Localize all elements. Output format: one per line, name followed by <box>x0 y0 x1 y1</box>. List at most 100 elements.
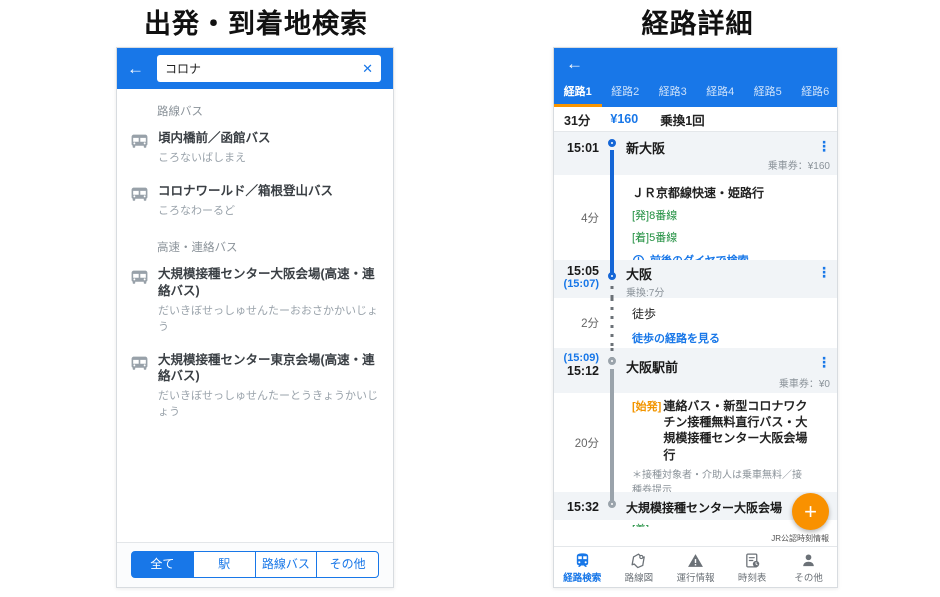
station-dot <box>608 272 616 280</box>
station-name: 大阪 <box>626 264 811 283</box>
filter-segmented-control: 全て 駅 路線バス その他 <box>131 551 379 578</box>
route-detail-screen: ← 経路1 経路2 経路3 経路4 経路5 経路6 31分 ¥160 乗換1回 … <box>553 47 838 588</box>
group-header-highway-bus: 高速・連絡バス <box>117 227 393 257</box>
result-text: 大規模接種センター東京会場(高速・連絡バス) だいきぼせっしゅせんたーとうきょう… <box>158 352 383 420</box>
route-timeline: 15:01 新大阪 ⋮ 乗車券：¥160 4分 <box>554 132 837 527</box>
left-screen-title: 出発・到着地検索 <box>96 2 416 41</box>
segment-duration: 20分 <box>554 434 602 452</box>
walk-label: 徒歩 <box>632 306 807 322</box>
filter-station[interactable]: 駅 <box>193 551 256 578</box>
kebab-menu-icon[interactable]: ⋮ <box>817 348 831 369</box>
timeline-marker <box>602 492 622 520</box>
nav-route-map[interactable]: 路線図 <box>611 547 668 587</box>
nav-label: 時刻表 <box>738 570 767 584</box>
tab-route-2[interactable]: 経路2 <box>602 80 650 107</box>
search-input[interactable] <box>165 62 356 76</box>
station-name: 大阪駅前 <box>626 357 811 376</box>
search-input-box[interactable]: ✕ <box>157 55 381 82</box>
tab-route-3[interactable]: 経路3 <box>649 80 697 107</box>
transfer-note: 乗換:7分 <box>626 284 811 299</box>
group-header-local-bus: 路線バス <box>117 91 393 121</box>
result-kana: だいきぼせっしゅせんたーとうきょうかいじょう <box>158 387 383 419</box>
fare-note: 乗車券：¥0 <box>779 375 830 390</box>
header-back-row: ← <box>554 48 837 80</box>
timeline-marker <box>602 132 622 175</box>
nav-label: 経路検索 <box>563 570 601 584</box>
right-screen-title: 経路詳細 <box>555 2 840 41</box>
result-title: 大規模接種センター大阪会場(高速・連絡バス) <box>158 266 383 300</box>
segment-train: 4分 ＪＲ京都線快速・姫路行 [発]8番線 [着]5番線 前後のダイヤで検索 <box>554 175 837 260</box>
kebab-menu-icon[interactable]: ⋮ <box>817 132 831 153</box>
segment-duration: 4分 <box>554 209 602 227</box>
kebab-menu-icon[interactable]: ⋮ <box>817 260 831 279</box>
back-icon[interactable]: ← <box>127 59 149 79</box>
walk-route-link[interactable]: 徒歩の経路を見る <box>632 330 807 346</box>
nav-label: その他 <box>794 570 823 584</box>
add-fab-button[interactable]: + <box>792 493 829 530</box>
station-row-osaka: 15:05 (15:07) 大阪 乗換:7分 ⋮ <box>554 260 837 298</box>
bottom-navigation: 経路検索 路線図 運行情報 <box>554 546 837 587</box>
result-title: 頃内橋前／函館バス <box>158 130 271 147</box>
summary-transfers: 乗換1回 <box>660 110 704 129</box>
departure-platform: [発]8番線 <box>632 207 807 223</box>
result-item-corona-world[interactable]: コロナワールド／箱根登山バス ころなわーるど <box>117 174 393 227</box>
search-header: ← ✕ <box>117 48 393 89</box>
tab-route-4[interactable]: 経路4 <box>697 80 745 107</box>
page: 出発・到着地検索 経路詳細 ← ✕ 路線バス 頃内橋前／函館バス ころないばしま… <box>0 0 940 597</box>
station-dot <box>608 139 616 147</box>
selected-tab-underline <box>554 104 602 107</box>
station-dot <box>608 357 616 365</box>
station-dot <box>608 500 616 508</box>
station-time: 15:32 <box>554 492 602 520</box>
station-time: (15:09) 15:12 <box>554 348 602 393</box>
bus-icon <box>130 186 149 202</box>
result-kana: だいきぼせっしゅせんたーおおさかかいじょう <box>158 302 383 334</box>
first-departure-tag: [始発] <box>632 398 661 414</box>
result-item-koronai[interactable]: 頃内橋前／函館バス ころないばしまえ <box>117 121 393 174</box>
route-summary: 31分 ¥160 乗換1回 <box>554 107 837 132</box>
bus-line-name: 連絡バス・新型コロナワクチン接種無料直行バス・大規模接種センター大阪会場行 <box>663 398 809 463</box>
result-item-osaka-venue[interactable]: 大規模接種センター大阪会場(高速・連絡バス) だいきぼせっしゅせんたーおおさかか… <box>117 257 393 343</box>
nav-label: 運行情報 <box>676 570 714 584</box>
tab-route-5[interactable]: 経路5 <box>744 80 792 107</box>
result-title: コロナワールド／箱根登山バス <box>158 183 333 200</box>
filter-all[interactable]: 全て <box>131 551 194 578</box>
station-time: 15:01 <box>554 132 602 175</box>
station-name: 新大阪 <box>626 138 811 157</box>
timeline-line <box>602 175 622 260</box>
result-text: 頃内橋前／函館バス ころないばしまえ <box>158 130 271 165</box>
data-source-note: JR公認時刻情報 <box>554 527 837 546</box>
result-kana: ころなわーるど <box>158 202 333 218</box>
bus-icon <box>130 269 149 285</box>
nav-service-status[interactable]: 運行情報 <box>667 547 724 587</box>
nav-label: 路線図 <box>625 570 654 584</box>
tab-route-1[interactable]: 経路1 <box>554 80 602 107</box>
timetable-icon <box>744 552 761 569</box>
fare-note: 乗車券：¥160 <box>768 157 830 172</box>
station-row-shin-osaka: 15:01 新大阪 ⋮ 乗車券：¥160 <box>554 132 837 175</box>
train-icon <box>574 552 591 569</box>
route-tabs: 経路1 経路2 経路3 経路4 経路5 経路6 <box>554 80 837 107</box>
route-header: ← 経路1 経路2 経路3 経路4 経路5 経路6 <box>554 48 837 107</box>
tab-route-6[interactable]: 経路6 <box>792 80 839 107</box>
station-row-osaka-ekimae: (15:09) 15:12 大阪駅前 ⋮ 乗車券：¥0 <box>554 348 837 393</box>
filter-bus[interactable]: 路線バス <box>255 551 318 578</box>
nav-other[interactable]: その他 <box>780 547 837 587</box>
nav-route-search[interactable]: 経路検索 <box>554 547 611 587</box>
timeline-marker <box>602 348 622 393</box>
summary-duration: 31分 <box>564 110 590 129</box>
result-text: 大規模接種センター大阪会場(高速・連絡バス) だいきぼせっしゅせんたーおおさかか… <box>158 266 383 334</box>
search-screen: ← ✕ 路線バス 頃内橋前／函館バス ころないばしまえ <box>116 47 394 588</box>
result-kana: ころないばしまえ <box>158 149 271 165</box>
summary-fare: ¥160 <box>610 112 638 126</box>
timeline-marker <box>602 260 622 298</box>
back-icon[interactable]: ← <box>566 54 588 74</box>
filter-other[interactable]: その他 <box>316 551 379 578</box>
nav-timetable[interactable]: 時刻表 <box>724 547 781 587</box>
segment-bus: 20分 [始発] 連絡バス・新型コロナワクチン接種無料直行バス・大規模接種センタ… <box>554 393 837 492</box>
clear-icon[interactable]: ✕ <box>356 61 373 77</box>
bus-icon <box>130 355 149 371</box>
warning-icon <box>687 552 704 569</box>
station-name: 大規模接種センター大阪会場 <box>626 499 811 516</box>
result-item-tokyo-venue[interactable]: 大規模接種センター東京会場(高速・連絡バス) だいきぼせっしゅせんたーとうきょう… <box>117 343 393 429</box>
